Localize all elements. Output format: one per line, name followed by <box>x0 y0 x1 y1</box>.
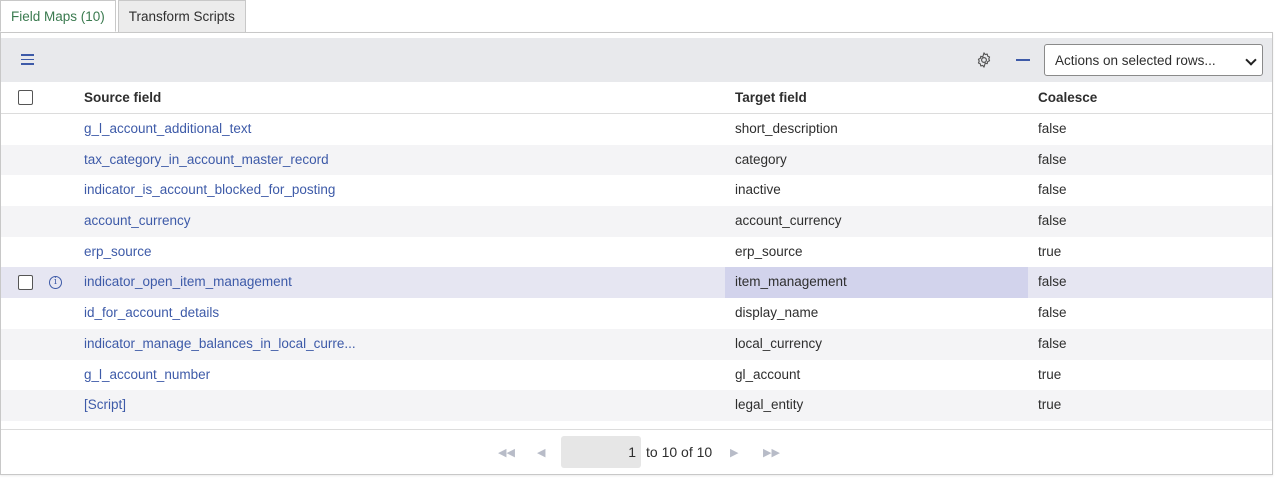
coalesce-cell: true <box>1038 366 1062 382</box>
coalesce-cell: false <box>1038 182 1067 198</box>
table-row[interactable]: g_l_account_number gl_account true <box>1 359 1272 391</box>
source-field-link[interactable]: [Script] <box>84 397 126 412</box>
table-row-hovered[interactable]: i indicator_open_item_management item_ma… <box>1 267 1272 299</box>
collapse-icon[interactable] <box>1016 59 1030 61</box>
actions-select[interactable]: Actions on selected rows... <box>1044 44 1263 76</box>
source-field-link[interactable]: indicator_open_item_management <box>84 274 292 289</box>
target-field-cell: local_currency <box>735 335 823 351</box>
gear-icon[interactable] <box>975 51 993 69</box>
source-field-link[interactable]: id_for_account_details <box>84 305 219 320</box>
list-toolbar: Actions on selected rows... <box>1 38 1272 82</box>
table-row[interactable]: tax_category_in_account_master_record ca… <box>1 144 1272 176</box>
coalesce-cell: false <box>1038 305 1067 321</box>
tab-transform-scripts[interactable]: Transform Scripts <box>117 0 246 32</box>
table-row[interactable]: id_for_account_details display_name fals… <box>1 298 1272 329</box>
coalesce-cell: true <box>1038 397 1062 413</box>
target-field-cell[interactable]: item_management <box>735 274 847 289</box>
target-field-cell: account_currency <box>735 213 842 229</box>
table-header: Source field Target field Coalesce <box>1 82 1272 114</box>
table-row[interactable]: g_l_account_additional_text short_descri… <box>1 114 1272 145</box>
coalesce-cell: false <box>1038 121 1067 136</box>
target-field-cell: category <box>735 151 787 167</box>
actions-select-value: Actions on selected rows... <box>1055 52 1216 68</box>
column-header-target[interactable]: Target field <box>735 90 807 105</box>
source-field-link[interactable]: g_l_account_number <box>84 367 210 382</box>
tab-field-maps[interactable]: Field Maps (10) <box>0 0 116 32</box>
coalesce-cell: false <box>1038 213 1067 229</box>
page-number-input[interactable]: 1 <box>561 436 641 468</box>
table-row[interactable]: erp_source erp_source true <box>1 236 1272 268</box>
coalesce-cell: false <box>1038 151 1067 167</box>
target-field-cell: inactive <box>735 182 781 198</box>
table-row[interactable]: account_currency account_currency false <box>1 206 1272 237</box>
target-field-cell: erp_source <box>735 243 803 259</box>
table-row[interactable]: indicator_manage_balances_in_local_curre… <box>1 328 1272 360</box>
previous-page-icon[interactable]: ◀ <box>537 446 545 459</box>
column-header-source[interactable]: Source field <box>84 90 161 105</box>
source-field-link[interactable]: g_l_account_additional_text <box>84 121 251 136</box>
related-list-panel: Actions on selected rows... Source field… <box>0 32 1273 475</box>
target-field-cell: display_name <box>735 305 819 321</box>
tab-bar: Field Maps (10) Transform Scripts <box>0 0 248 32</box>
first-page-icon[interactable]: ◀◀ <box>498 446 515 459</box>
pagination-bar: ◀◀ ◀ 1 to 10 of 10 ▶ ▶▶ <box>1 429 1272 474</box>
source-field-link[interactable]: account_currency <box>84 213 191 228</box>
target-field-cell: short_description <box>735 121 838 136</box>
table-body: g_l_account_additional_text short_descri… <box>1 114 1272 421</box>
last-page-icon[interactable]: ▶▶ <box>763 446 780 459</box>
coalesce-cell: true <box>1038 243 1062 259</box>
source-field-link[interactable]: indicator_is_account_blocked_for_posting <box>84 182 335 197</box>
hamburger-icon[interactable] <box>21 54 34 66</box>
target-field-cell: legal_entity <box>735 397 804 413</box>
page-range-text: to 10 of 10 <box>646 444 713 460</box>
source-field-link[interactable]: indicator_manage_balances_in_local_curre… <box>84 336 356 351</box>
info-icon[interactable]: i <box>49 276 62 290</box>
table-row[interactable]: indicator_is_account_blocked_for_posting… <box>1 175 1272 207</box>
row-select-checkbox[interactable] <box>18 275 33 291</box>
next-page-icon[interactable]: ▶ <box>730 446 738 459</box>
source-field-link[interactable]: tax_category_in_account_master_record <box>84 152 329 167</box>
select-all-checkbox[interactable] <box>18 90 33 105</box>
chevron-down-icon <box>1245 54 1257 66</box>
column-header-coalesce[interactable]: Coalesce <box>1038 90 1097 105</box>
table-row[interactable]: [Script] legal_entity true <box>1 390 1272 421</box>
source-field-link[interactable]: erp_source <box>84 244 152 259</box>
coalesce-cell: false <box>1038 274 1067 290</box>
target-field-cell: gl_account <box>735 366 801 382</box>
coalesce-cell: false <box>1038 335 1067 351</box>
